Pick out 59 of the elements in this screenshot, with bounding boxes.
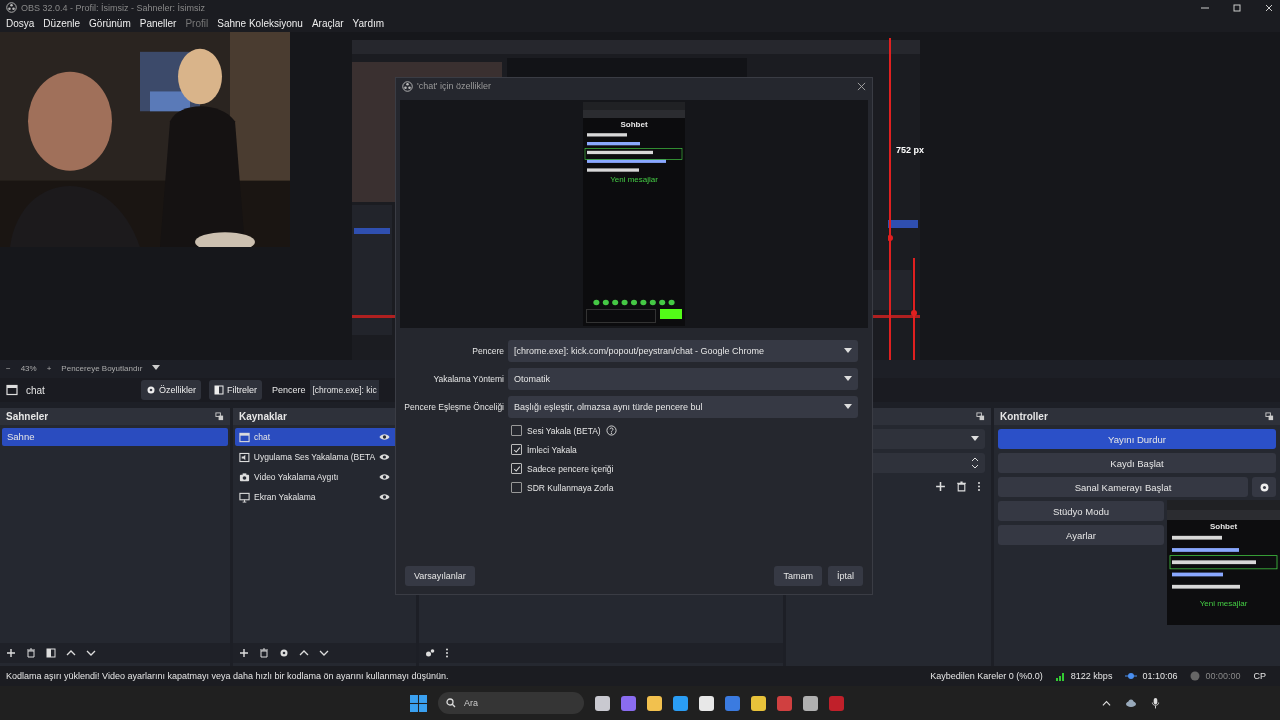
dropped-frames: Kaybedilen Kareler 0 (%0.0)	[930, 671, 1043, 681]
scene-item[interactable]: Sahne	[2, 428, 228, 446]
properties-button[interactable]: Özellikler	[140, 380, 201, 400]
field-label: Yakalama Yöntemi	[432, 374, 504, 384]
menu-item[interactable]: Görünüm	[89, 18, 131, 29]
window-title: OBS 32.0.4 - Profil: İsimsiz - Sahneler: İsimsiz	[21, 2, 206, 13]
new-messages-divider: Yeni mesajlar	[610, 175, 658, 184]
zoom-out-button[interactable]: −	[6, 363, 11, 373]
menu-item[interactable]: Yardım	[352, 18, 385, 29]
status-message: Kodlama aşırı yüklendi! Video ayarlarını kapatmayı veya daha hızlı bir kodlama ön ayarını kullanmayı düşünün.	[6, 671, 449, 681]
source-label: Ekran Yakalama	[254, 492, 317, 502]
control-button[interactable]: Yayını Durdur	[998, 429, 1276, 449]
source-item[interactable]: Video Yakalama Aygıtı	[235, 468, 414, 486]
filters-button[interactable]: Filtreler	[208, 380, 262, 400]
checkbox-label: SDR Kullanmaya Zorla	[527, 482, 614, 493]
field-label: Pencere	[471, 346, 504, 356]
window-label: Pencere	[271, 385, 306, 395]
cancel-button[interactable]: İptal	[828, 566, 863, 586]
control-button[interactable]: Sanal Kamerayı Başlat	[998, 477, 1248, 497]
defaults-button[interactable]: Varsayılanlar	[405, 566, 475, 586]
dropdown[interactable]: [chrome.exe]: kick.com/popout/peystran/chat - Google Chrome	[508, 340, 858, 362]
record-time: 00:00:00	[1205, 671, 1241, 681]
menu-item[interactable]: Dosya	[6, 18, 35, 29]
control-button[interactable]: Ayarlar	[998, 525, 1164, 545]
chat-heading: Sohbet	[1209, 522, 1238, 531]
fit-dropdown[interactable]: Pencereye Boyutlandır	[61, 363, 143, 373]
control-button[interactable]: Kaydı Başlat	[998, 453, 1276, 473]
new-messages-divider: Yeni mesajlar	[1199, 599, 1248, 608]
menu-item[interactable]: Araçlar	[311, 18, 344, 29]
source-label: Video Yakalama Aygıtı	[254, 472, 340, 482]
source-item[interactable]: Uygulama Ses Yakalama (BETA	[235, 448, 414, 466]
bitrate: 8122 kbps	[1070, 671, 1113, 681]
stream-time: 01:10:06	[1142, 671, 1178, 681]
checkbox-label: Sadece pencere içeriği	[527, 463, 614, 474]
source-item[interactable]: Ekran Yakalama	[235, 488, 414, 506]
source-label: Uygulama Ses Yakalama (BETA	[253, 452, 376, 462]
dialog-title: 'chat' için özellikler	[417, 81, 491, 91]
cpu-usage: CP	[1253, 671, 1266, 681]
search-field[interactable]: Ara	[438, 692, 584, 714]
panel-title: Sahneler	[6, 411, 49, 422]
source-name: chat	[26, 384, 45, 396]
source-label: chat	[254, 432, 272, 442]
dropdown[interactable]: Otomatik	[508, 368, 858, 390]
menu-item[interactable]: Sahne Koleksiyonu	[217, 18, 303, 29]
field-label: Pencere Eşleşme Önceliği	[403, 402, 504, 412]
checkbox-label: İmleci Yakala	[527, 444, 577, 455]
menu-item[interactable]: Paneller	[139, 18, 177, 29]
size-label: 752 px	[896, 145, 925, 155]
control-button[interactable]: Stüdyo Modu	[998, 501, 1164, 521]
dropdown[interactable]: Başlığı eşleştir, olmazsa aynı türde pencere bul	[508, 396, 858, 418]
chat-heading: Sohbet	[620, 120, 648, 129]
menu-item[interactable]: Düzenle	[43, 18, 81, 29]
zoom-in-button[interactable]: +	[46, 363, 52, 373]
window-dropdown[interactable]: [chrome.exe]: kic	[310, 380, 379, 400]
checkbox-label: Sesi Yakala (BETA)	[527, 425, 601, 436]
ok-button[interactable]: Tamam	[774, 566, 822, 586]
zoom-level: 43%	[20, 363, 37, 373]
panel-title: Kaynaklar	[239, 411, 287, 422]
panel-title: Kontroller	[1000, 411, 1048, 422]
